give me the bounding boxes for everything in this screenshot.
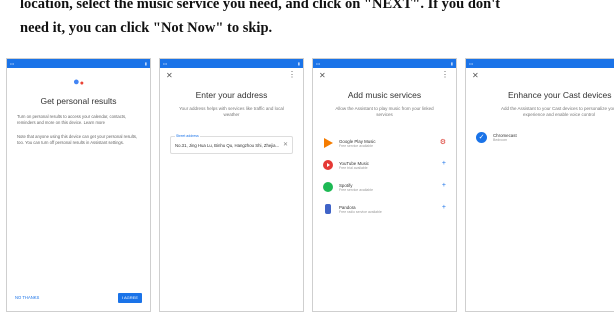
pandora-icon: [325, 204, 331, 214]
spotify-icon: [323, 182, 333, 192]
status-bar: •••▮: [160, 59, 303, 68]
google-assistant-icon: ●●: [73, 76, 84, 88]
phone-screen-personal-results: ••• ▮ ●● Get personal results Turn on per…: [6, 58, 151, 312]
body-text-1: Turn on personal results to access your …: [17, 114, 127, 125]
add-icon[interactable]: +: [442, 160, 446, 167]
service-desc: Free service available: [339, 187, 374, 192]
address-input[interactable]: Street address No.31, Jing Hua Lu, Binhu…: [170, 134, 293, 154]
screen-subtitle: Add the Assistant to your Cast devices t…: [500, 106, 614, 117]
service-desc: Free radio service available: [339, 209, 382, 214]
clear-icon[interactable]: ✕: [283, 141, 288, 148]
instruction-line-2: need it, you can click "Not Now" to skip…: [20, 20, 273, 36]
service-pandora[interactable]: Pandora Free radio service available +: [323, 198, 446, 220]
close-icon[interactable]: ✕: [319, 71, 326, 80]
address-label: Street address: [175, 134, 200, 138]
address-value: No.31, Jing Hua Lu, Binhu Qu, Hangzhou S…: [175, 143, 280, 148]
service-youtube-music[interactable]: YouTube Music Free trial available +: [323, 154, 446, 176]
no-thanks-button[interactable]: NO THANKS: [15, 295, 39, 300]
service-desc: Free service available: [339, 143, 374, 148]
agree-button[interactable]: I AGREE: [118, 293, 142, 303]
status-bar: •••▮: [313, 59, 456, 68]
device-room: Bedroom: [493, 138, 508, 142]
add-icon[interactable]: +: [442, 182, 446, 189]
body-text-2: Note that anyone using this device can g…: [17, 134, 138, 145]
add-icon[interactable]: +: [442, 204, 446, 211]
screen-title: Enhance your Cast devices: [508, 90, 612, 100]
phone-screen-address: ••• ▮ ✕ ⋮ Enter your address Your address…: [159, 58, 304, 312]
device-chromecast[interactable]: ✓ Chromecast Bedroom: [476, 132, 614, 143]
instruction-text: location, select the music service you n…: [20, 0, 614, 48]
more-options-icon[interactable]: ⋮: [441, 70, 449, 79]
status-bar: •••▮: [466, 59, 614, 68]
service-desc: Free trial available: [339, 165, 368, 170]
screen-subtitle: Your address helps with services like tr…: [179, 106, 284, 117]
screen-title: Enter your address: [195, 90, 268, 100]
status-bar: •••▮: [7, 59, 150, 68]
screen-title: Get personal results: [40, 96, 117, 106]
screen-subtitle: Allow the Assistant to play music from y…: [335, 106, 434, 117]
phone-screen-cast-devices: •••▮ ✕ Enhance your Cast devices Add the…: [465, 58, 614, 312]
instruction-line-1: location, select the music service you n…: [20, 0, 501, 12]
youtube-music-icon: [323, 160, 333, 170]
service-name: YouTube Music: [339, 160, 369, 166]
phone-screen-music-services: ••• ▮ ✕ ⋮ Add music services Allow the As…: [312, 58, 457, 312]
more-options-icon[interactable]: ⋮: [288, 70, 296, 79]
service-name: Google Play Music: [339, 138, 376, 144]
screen-title: Add music services: [347, 90, 422, 100]
close-icon[interactable]: ✕: [472, 71, 479, 80]
check-icon[interactable]: ✓: [476, 132, 487, 143]
close-icon[interactable]: ✕: [166, 71, 173, 80]
gear-icon[interactable]: ⚙: [440, 138, 446, 146]
service-google-play-music[interactable]: Google Play Music Free service available…: [323, 132, 446, 154]
google-play-music-icon: [324, 138, 333, 148]
service-spotify[interactable]: Spotify Free service available +: [323, 176, 446, 198]
